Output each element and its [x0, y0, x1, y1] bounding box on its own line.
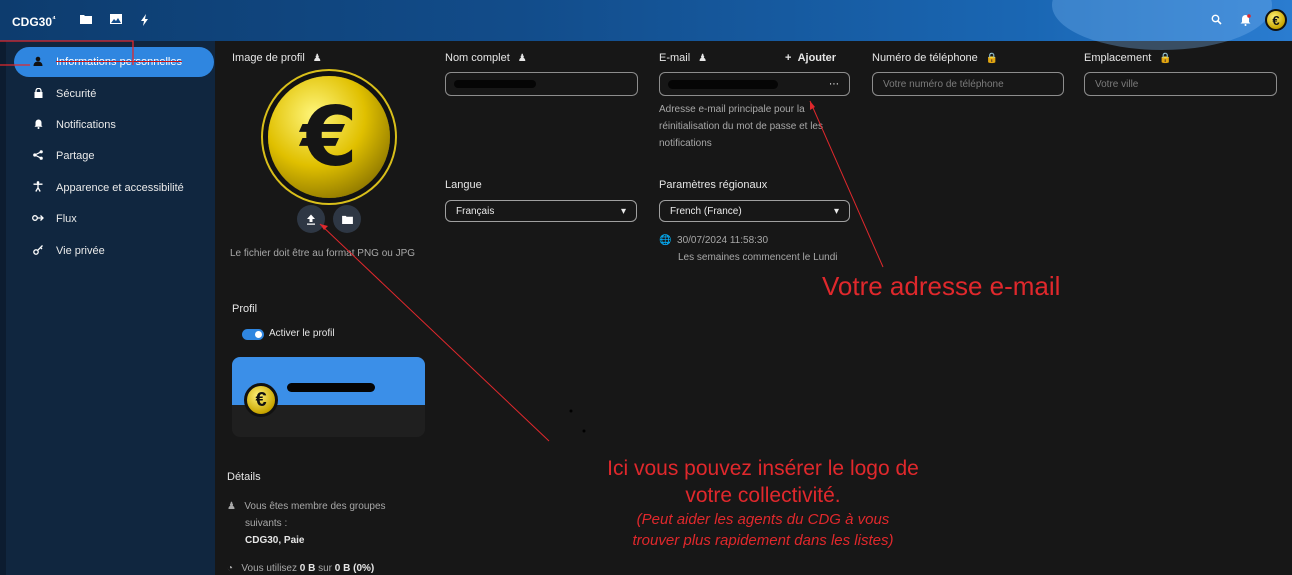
bell-icon: [30, 119, 46, 132]
annotation-email: Votre adresse e-mail: [822, 271, 1061, 301]
image-icon[interactable]: [110, 14, 124, 26]
fullname-input[interactable]: [445, 72, 638, 96]
visibility-icon[interactable]: ♟: [698, 53, 707, 64]
email-input[interactable]: ⋯: [659, 72, 850, 96]
visibility-icon[interactable]: ♟: [313, 53, 322, 64]
location-label: Emplacement 🔒: [1084, 52, 1172, 64]
more-actions-icon[interactable]: ⋯: [829, 79, 839, 90]
sidebar-item-label: Informations personnelles: [56, 56, 182, 68]
sidebar-item-securite[interactable]: Sécurité: [14, 79, 214, 109]
file-format-hint: Le fichier doit être au format PNG ou JP…: [230, 248, 416, 259]
bolt-icon[interactable]: [140, 14, 154, 26]
sidebar-item-label: Apparence et accessibilité: [56, 182, 184, 194]
pie-icon: ◔: [227, 563, 234, 574]
email-label: E-mail ♟: [659, 52, 708, 64]
redacted-email: [668, 80, 778, 89]
profile-toggle-label: Activer le profil: [269, 328, 335, 339]
locale-select[interactable]: French (France) ▾: [659, 200, 850, 222]
folder-icon[interactable]: [80, 14, 94, 26]
sidebar-item-partage[interactable]: Partage: [14, 141, 214, 171]
locale-week-start: Les semaines commencent le Lundi: [678, 252, 838, 263]
bell-icon[interactable]: [1240, 14, 1254, 26]
locale-datetime: 🌐 30/07/2024 11:58:30: [659, 235, 769, 246]
profile-toggle[interactable]: [242, 329, 264, 340]
globe-icon: 🌐: [659, 235, 672, 246]
language-select[interactable]: Français ▾: [445, 200, 637, 222]
avatar[interactable]: €: [1265, 9, 1287, 31]
sidebar: Informations personnelles Sécurité Notif…: [0, 41, 215, 575]
flow-icon: [30, 214, 46, 225]
profile-card[interactable]: €: [232, 357, 425, 437]
key-icon: [30, 244, 46, 258]
sidebar-item-label: Notifications: [56, 119, 116, 131]
phone-label: Numéro de téléphone 🔒: [872, 52, 999, 64]
sidebar-item-flux[interactable]: Flux: [14, 204, 214, 234]
pick-file-button[interactable]: [333, 205, 361, 233]
profile-card-avatar: €: [244, 383, 278, 417]
sidebar-item-label: Partage: [56, 150, 95, 162]
lock-icon[interactable]: 🔒: [986, 53, 998, 64]
profile-avatar: €: [268, 76, 390, 198]
groups-info: ♟ Vous êtes membre des groupes suivants …: [227, 501, 386, 546]
annotation-logo: Ici vous pouvez insérer le logo de votre…: [607, 457, 919, 549]
top-bar: CDG30⁴ €: [0, 0, 1292, 50]
location-input[interactable]: Votre ville: [1084, 72, 1277, 96]
quota-info: ◔ Vous utilisez 0 B sur 0 B (0%): [227, 563, 375, 574]
sidebar-item-label: Vie privée: [56, 245, 105, 257]
chevron-down-icon: ▾: [620, 205, 626, 217]
email-help: Adresse e-mail principale pour la réiniti…: [659, 104, 823, 149]
phone-input[interactable]: Votre numéro de téléphone: [872, 72, 1064, 96]
upload-icon: [307, 214, 315, 225]
sidebar-item-notifications[interactable]: Notifications: [14, 110, 214, 140]
details-label: Détails: [227, 471, 261, 483]
profile-image-label: Image de profil ♟: [232, 52, 322, 64]
person-icon: [30, 56, 46, 69]
share-icon: [30, 149, 46, 163]
lock-icon[interactable]: 🔒: [1159, 53, 1171, 64]
group-icon: ♟: [227, 501, 236, 512]
search-icon[interactable]: [1211, 14, 1225, 26]
profile-section-label: Profil: [232, 303, 258, 315]
sidebar-item-informations-personnelles[interactable]: Informations personnelles: [14, 47, 214, 77]
folder-icon: [341, 215, 353, 224]
add-email-button[interactable]: + Ajouter: [785, 52, 836, 64]
plus-icon: +: [785, 52, 792, 64]
chevron-down-icon: ▾: [833, 205, 839, 217]
language-label: Langue: [445, 179, 482, 191]
sidebar-item-label: Flux: [56, 213, 77, 225]
lock-icon: [30, 87, 46, 101]
visibility-icon[interactable]: ♟: [518, 53, 527, 64]
redacted-name: [287, 383, 375, 392]
sidebar-item-label: Sécurité: [56, 88, 97, 100]
fullname-label: Nom complet ♟: [445, 52, 527, 64]
sidebar-item-vie-privee[interactable]: Vie privée: [14, 236, 214, 266]
redacted-fullname: [454, 80, 536, 88]
accessibility-icon: [30, 181, 46, 195]
locale-label: Paramètres régionaux: [659, 179, 768, 191]
upload-button[interactable]: [297, 205, 325, 233]
app-logo[interactable]: CDG30⁴: [12, 14, 56, 29]
sidebar-item-apparence[interactable]: Apparence et accessibilité: [14, 173, 214, 203]
